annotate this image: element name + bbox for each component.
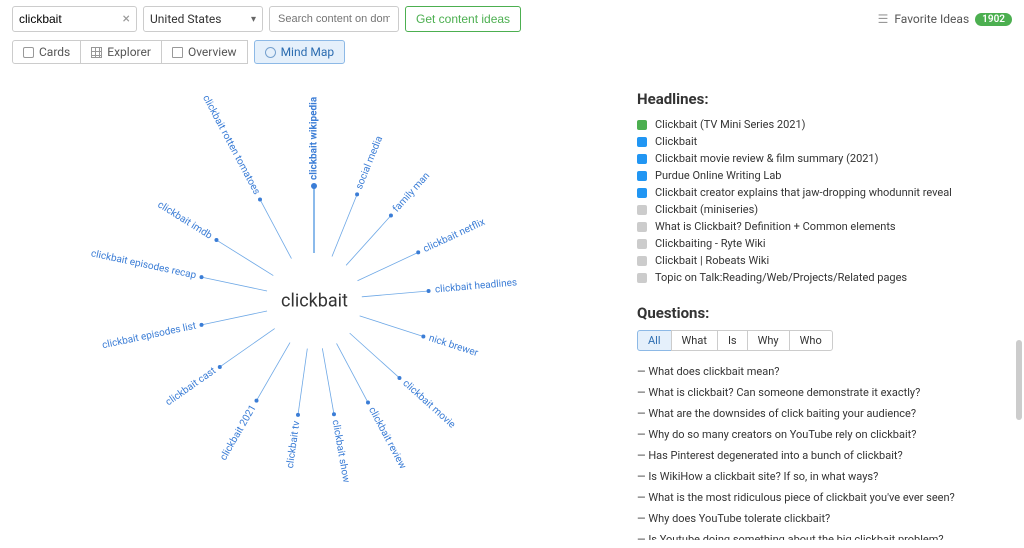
source-icon bbox=[637, 205, 647, 215]
mindmap-center-node[interactable]: clickbait bbox=[281, 290, 348, 311]
content-area: clickbait clickbait wikipediasocial medi… bbox=[0, 72, 1024, 548]
source-icon bbox=[637, 188, 647, 198]
clear-icon[interactable]: × bbox=[123, 11, 130, 27]
source-icon bbox=[637, 137, 647, 147]
question-filter-is[interactable]: Is bbox=[717, 330, 748, 351]
list-icon: ☰ bbox=[878, 12, 889, 26]
headline-item[interactable]: Purdue Online Writing Lab bbox=[637, 167, 1012, 184]
source-icon bbox=[637, 239, 647, 249]
headline-item[interactable]: Clickbait bbox=[637, 133, 1012, 150]
tab-overview[interactable]: Overview bbox=[161, 40, 248, 64]
headline-text: Clickbaiting - Ryte Wiki bbox=[655, 237, 766, 250]
headline-text: Clickbait movie review & film summary (2… bbox=[655, 152, 878, 165]
headline-list: Clickbait (TV Mini Series 2021) Clickbait… bbox=[637, 116, 1012, 286]
headline-item[interactable]: Clickbait | Robeats Wiki bbox=[637, 252, 1012, 269]
tab-mindmap[interactable]: Mind Map bbox=[254, 40, 346, 64]
questions-title: Questions: bbox=[637, 304, 1012, 322]
tab-label: Cards bbox=[39, 45, 70, 59]
source-icon bbox=[637, 171, 647, 181]
question-item[interactable]: — What is the most ridiculous piece of c… bbox=[637, 487, 1012, 508]
question-item[interactable]: — What is clickbait? Can someone demonst… bbox=[637, 382, 1012, 403]
country-select[interactable]: United States ▾ bbox=[143, 6, 263, 32]
tab-explorer[interactable]: Explorer bbox=[80, 40, 162, 64]
headline-text: Clickbait bbox=[655, 135, 697, 148]
headline-item[interactable]: Clickbaiting - Ryte Wiki bbox=[637, 235, 1012, 252]
headlines-title: Headlines: bbox=[637, 90, 1012, 108]
top-bar: × United States ▾ Get content ideas ☰ Fa… bbox=[0, 0, 1024, 38]
tab-label: Overview bbox=[188, 45, 237, 59]
question-list: — What does clickbait mean?— What is cli… bbox=[637, 361, 1012, 540]
domain-search-input[interactable] bbox=[269, 6, 399, 32]
question-item[interactable]: — Has Pinterest degenerated into a bunch… bbox=[637, 445, 1012, 466]
favorite-label: Favorite Ideas bbox=[894, 12, 969, 26]
get-content-ideas-button[interactable]: Get content ideas bbox=[405, 6, 521, 32]
headline-item[interactable]: Clickbait (TV Mini Series 2021) bbox=[637, 116, 1012, 133]
headline-text: Purdue Online Writing Lab bbox=[655, 169, 781, 182]
mindmap-canvas[interactable]: clickbait clickbait wikipediasocial medi… bbox=[12, 80, 617, 540]
headline-text: Clickbait creator explains that jaw-drop… bbox=[655, 186, 952, 199]
question-item[interactable]: — Why do so many creators on YouTube rel… bbox=[637, 424, 1012, 445]
headline-item[interactable]: Topic on Talk:Reading/Web/Projects/Relat… bbox=[637, 269, 1012, 286]
headline-item[interactable]: What is Clickbait? Definition + Common e… bbox=[637, 218, 1012, 235]
keyword-input[interactable] bbox=[19, 12, 109, 26]
side-panel: Headlines: Clickbait (TV Mini Series 202… bbox=[637, 80, 1012, 540]
source-icon bbox=[637, 154, 647, 164]
scrollbar-track[interactable] bbox=[1016, 80, 1022, 520]
question-filters: AllWhatIsWhyWho bbox=[637, 330, 1012, 351]
keyword-search-box[interactable]: × bbox=[12, 6, 137, 32]
mindmap-icon bbox=[265, 47, 276, 58]
headline-item[interactable]: Clickbait movie review & film summary (2… bbox=[637, 150, 1012, 167]
tab-cards[interactable]: Cards bbox=[12, 40, 81, 64]
headline-item[interactable]: Clickbait (miniseries) bbox=[637, 201, 1012, 218]
tab-label: Explorer bbox=[107, 45, 151, 59]
headline-text: What is Clickbait? Definition + Common e… bbox=[655, 220, 896, 233]
question-item[interactable]: — What does clickbait mean? bbox=[637, 361, 1012, 382]
chevron-down-icon: ▾ bbox=[251, 14, 256, 25]
favorite-count-badge: 1902 bbox=[975, 13, 1012, 26]
headline-item[interactable]: Clickbait creator explains that jaw-drop… bbox=[637, 184, 1012, 201]
question-filter-why[interactable]: Why bbox=[747, 330, 790, 351]
headline-text: Clickbait (miniseries) bbox=[655, 203, 758, 216]
mindmap-branch[interactable]: clickbait wikipedia bbox=[309, 97, 320, 180]
source-icon bbox=[637, 120, 647, 130]
scrollbar-thumb[interactable] bbox=[1016, 340, 1022, 420]
question-item[interactable]: — What are the downsides of click baitin… bbox=[637, 403, 1012, 424]
view-tabs: Cards Explorer Overview Mind Map bbox=[0, 38, 1024, 72]
source-icon bbox=[637, 222, 647, 232]
favorite-ideas-link[interactable]: ☰ Favorite Ideas 1902 bbox=[878, 12, 1012, 26]
cards-icon bbox=[23, 47, 34, 58]
overview-icon bbox=[172, 47, 183, 58]
question-filter-what[interactable]: What bbox=[671, 330, 718, 351]
question-filter-who[interactable]: Who bbox=[789, 330, 833, 351]
headline-text: Clickbait | Robeats Wiki bbox=[655, 254, 769, 267]
tab-label: Mind Map bbox=[281, 45, 335, 59]
headline-text: Topic on Talk:Reading/Web/Projects/Relat… bbox=[655, 271, 907, 284]
question-item[interactable]: — Is Youtube doing something about the b… bbox=[637, 529, 1012, 540]
country-value: United States bbox=[150, 12, 221, 26]
question-filter-all[interactable]: All bbox=[637, 330, 672, 351]
question-item[interactable]: — Is WikiHow a clickbait site? If so, in… bbox=[637, 466, 1012, 487]
source-icon bbox=[637, 273, 647, 283]
grid-icon bbox=[91, 47, 102, 58]
headline-text: Clickbait (TV Mini Series 2021) bbox=[655, 118, 805, 131]
source-icon bbox=[637, 256, 647, 266]
question-item[interactable]: — Why does YouTube tolerate clickbait? bbox=[637, 508, 1012, 529]
